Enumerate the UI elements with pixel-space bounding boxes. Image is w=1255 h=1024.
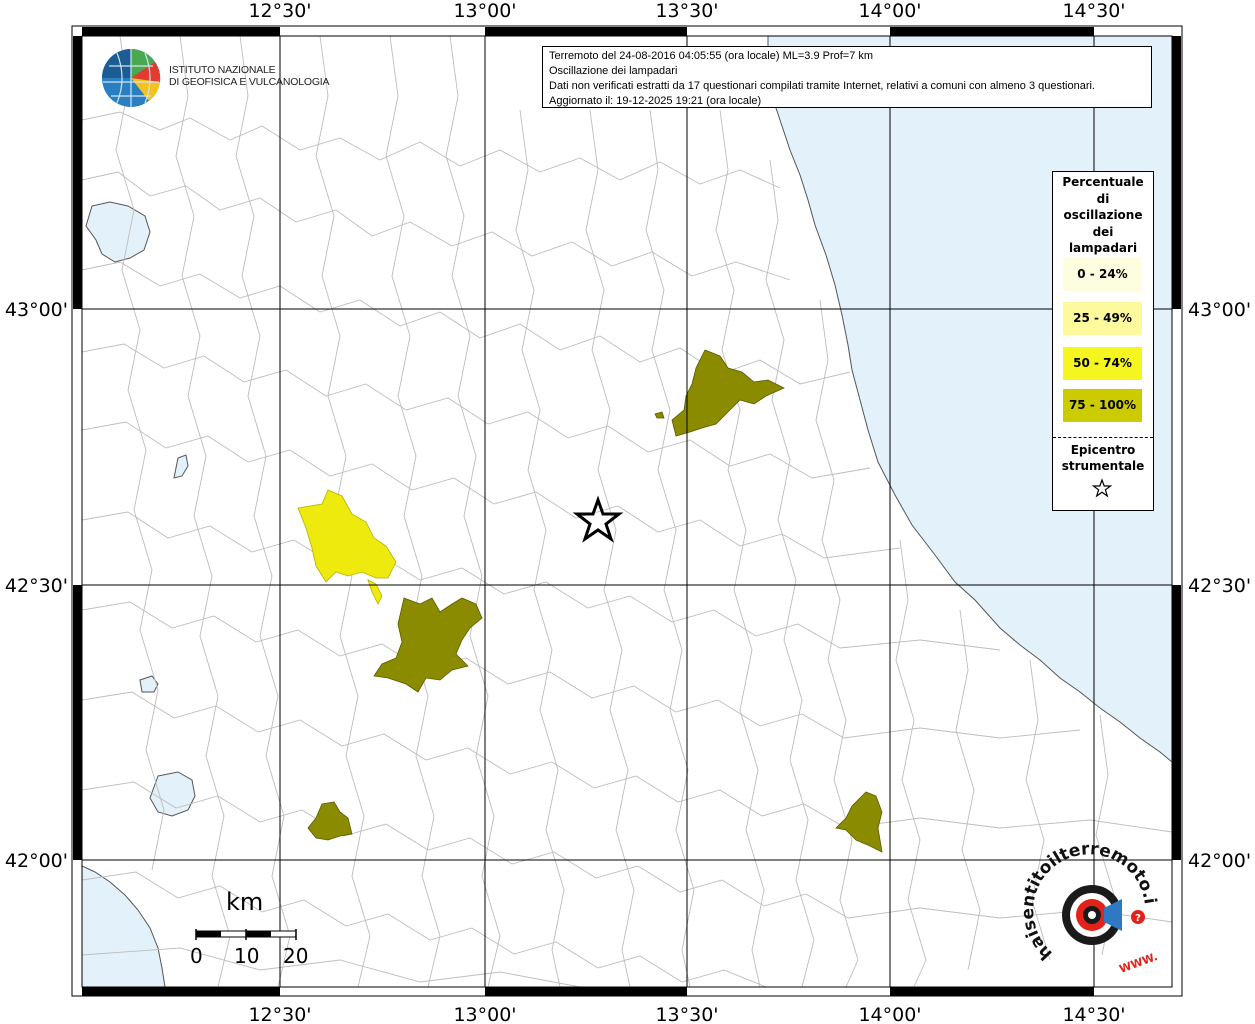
ingv-logo-text: ISTITUTO NAZIONALE DI GEOFISICA E VULCAN… <box>169 64 330 88</box>
legend-title-line: Percentuale <box>1062 175 1144 189</box>
event-title: Terremoto del 24-08-2016 04:05:55 (ora l… <box>549 50 874 62</box>
left-tick-2: 42°30' <box>5 575 68 597</box>
bottom-tick-4: 14°00' <box>858 1004 921 1024</box>
legend-title-line: lampadari <box>1068 241 1138 255</box>
legend-title: Percentuale di oscillazione dei lampadar… <box>1053 174 1153 257</box>
left-tick-1: 43°00' <box>5 299 68 321</box>
lake-bolsena <box>149 771 196 817</box>
legend-class-25-49: 25 - 49% <box>1063 302 1142 335</box>
scale-label-10: 10 <box>234 944 260 968</box>
right-tick-labels: 43°00' 42°30' 42°00' <box>1188 299 1251 872</box>
star-icon <box>1092 478 1112 498</box>
data-note: Dati non verificati estratti da 17 quest… <box>549 80 1095 92</box>
legend-epicenter-label: Epicentro strumentale <box>1053 442 1153 474</box>
top-tick-4: 14°00' <box>858 0 921 22</box>
top-tick-2: 13°00' <box>453 0 516 22</box>
scale-unit: km <box>226 888 264 916</box>
right-tick-2: 42°30' <box>1188 575 1251 597</box>
map-subject: Oscillazione dei lampadari <box>549 65 678 77</box>
bottom-tick-5: 14°30' <box>1062 1004 1125 1024</box>
legend-epicenter-line: strumentale <box>1061 459 1145 473</box>
bottom-tick-1: 12°30' <box>248 1004 311 1024</box>
legend-title-line: di <box>1096 191 1110 206</box>
ingv-line-1: ISTITUTO NAZIONALE <box>169 64 276 76</box>
legend-title-line: oscillazione <box>1063 208 1143 222</box>
legend-class-50-74: 50 - 74% <box>1063 347 1142 380</box>
top-tick-3: 13°30' <box>655 0 718 22</box>
left-tick-labels: 43°00' 42°30' 42°00' <box>5 299 68 872</box>
legend-title-line: dei <box>1092 224 1114 239</box>
scale-label-0: 0 <box>190 944 203 968</box>
event-info-box: Terremoto del 24-08-2016 04:05:55 (ora l… <box>542 46 1152 108</box>
right-tick-3: 42°00' <box>1188 850 1251 872</box>
legend-class-0-24: 0 - 24% <box>1063 258 1142 291</box>
top-tick-5: 14°30' <box>1062 0 1125 22</box>
legend-epicenter-line: Epicentro <box>1070 443 1136 457</box>
legend-class-75-100: 75 - 100% <box>1063 389 1142 422</box>
ingv-logo-icon <box>102 49 161 107</box>
legend-divider <box>1053 437 1153 438</box>
left-tick-3: 42°00' <box>5 850 68 872</box>
map-canvas: 12°30' 13°00' 13°30' 14°00' 14°30' 12°30… <box>5 0 1251 1024</box>
top-tick-1: 12°30' <box>248 0 311 22</box>
svg-text:?: ? <box>1135 913 1141 924</box>
bottom-tick-labels: 12°30' 13°00' 13°30' 14°00' 14°30' <box>248 1004 1125 1024</box>
ingv-line-2: DI GEOFISICA E VULCANOLOGIA <box>169 76 330 88</box>
bottom-tick-3: 13°30' <box>655 1004 718 1024</box>
bottom-tick-2: 13°00' <box>453 1004 516 1024</box>
right-tick-1: 43°00' <box>1188 299 1251 321</box>
updated-timestamp: Aggiornato il: 19-12-2025 19:21 (ora loc… <box>549 95 762 107</box>
top-tick-labels: 12°30' 13°00' 13°30' 14°00' 14°30' <box>248 0 1125 22</box>
scale-label-20: 20 <box>283 944 309 968</box>
legend: Percentuale di oscillazione dei lampadar… <box>1052 171 1154 511</box>
